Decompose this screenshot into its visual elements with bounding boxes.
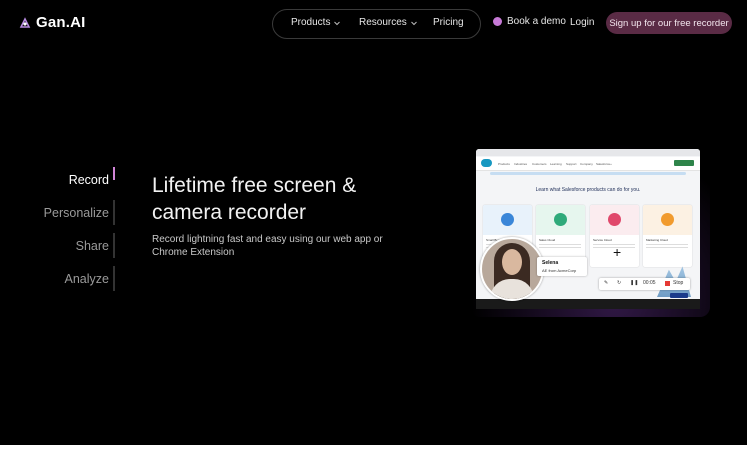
card-icon [661, 213, 674, 226]
crosshair-cursor-icon: + [613, 244, 622, 260]
page-bottom-edge [0, 445, 750, 449]
card-line [539, 244, 581, 245]
hero-subtext: Record lightning fast and easy using our… [152, 234, 383, 258]
card-title: Marketing Cloud [646, 238, 668, 242]
card-icon [501, 213, 514, 226]
tab-share-divider [113, 233, 115, 258]
login-link[interactable]: Login [570, 17, 594, 28]
pause-icon[interactable]: ❚❚ [630, 280, 638, 286]
logo[interactable]: Gan.AI [18, 14, 86, 31]
site-nav-item: Salesforce+ [596, 162, 612, 166]
site-banner [490, 172, 686, 175]
chevron-down-icon [334, 21, 341, 25]
site-heading: Learn what Salesforce products can do fo… [535, 187, 641, 193]
nav-pricing-label: Pricing [433, 17, 464, 28]
site-nav-item: Customers [532, 162, 547, 166]
site-nav-item: Learning [550, 162, 562, 166]
dot-icon [493, 17, 502, 26]
logo-text: Gan.AI [36, 14, 86, 31]
gan-logo-icon [19, 16, 31, 28]
nav-products-label: Products [291, 17, 331, 28]
site-nav-item: Company [580, 162, 593, 166]
card-title: Sales Cloud [539, 238, 556, 242]
card-line [646, 247, 688, 248]
signup-button[interactable]: Sign up for our free recorder [606, 12, 732, 34]
presenter-face [502, 249, 522, 275]
site-cta-button [674, 160, 694, 166]
presenter-name-tag: Selena AE from AcmeCorp [537, 257, 587, 276]
site-nav-item: Industries [514, 162, 528, 166]
site-footer-logo [670, 293, 688, 298]
timer: 00:05 [643, 280, 656, 286]
card-icon [608, 213, 621, 226]
browser-bar [476, 149, 700, 156]
book-demo-link[interactable]: Book a demo [493, 16, 566, 27]
stop-icon [665, 281, 670, 286]
nav-resources-label: Resources [359, 17, 407, 28]
tab-record[interactable]: Record [69, 173, 109, 187]
tab-analyze-divider [113, 266, 115, 291]
presenter-name: Selena [542, 260, 559, 266]
card-title: Service Cloud [593, 238, 612, 242]
nav-pricing[interactable]: Pricing [433, 17, 464, 28]
tab-personalize[interactable]: Personalize [44, 206, 109, 220]
card-line [539, 247, 581, 248]
recording-controls: ✎ ↻ ❚❚ 00:05 Stop [599, 278, 690, 290]
site-nav-item: Support [566, 162, 577, 166]
presenter-role: AE from AcmeCorp [542, 268, 577, 273]
tab-analyze[interactable]: Analyze [65, 272, 109, 286]
nav-products[interactable]: Products [291, 17, 341, 28]
book-demo-label: Book a demo [507, 16, 566, 27]
nav-resources[interactable]: Resources [359, 17, 418, 28]
stop-button[interactable]: Stop [673, 280, 683, 286]
tab-personalize-divider [113, 200, 115, 225]
card-icon [554, 213, 567, 226]
tab-record-indicator [113, 167, 115, 180]
draw-icon[interactable]: ✎ [604, 280, 608, 286]
site-logo-icon [481, 159, 492, 167]
restart-icon[interactable]: ↻ [617, 280, 621, 286]
hero-headline: Lifetime free screen & camera recorder [152, 174, 357, 224]
site-nav-item: Products [498, 162, 510, 166]
product-card: Marketing Cloud [643, 205, 692, 267]
tab-share[interactable]: Share [76, 239, 109, 253]
card-line [646, 244, 688, 245]
webcam-bubble[interactable] [480, 237, 544, 301]
chevron-down-icon [410, 21, 417, 25]
